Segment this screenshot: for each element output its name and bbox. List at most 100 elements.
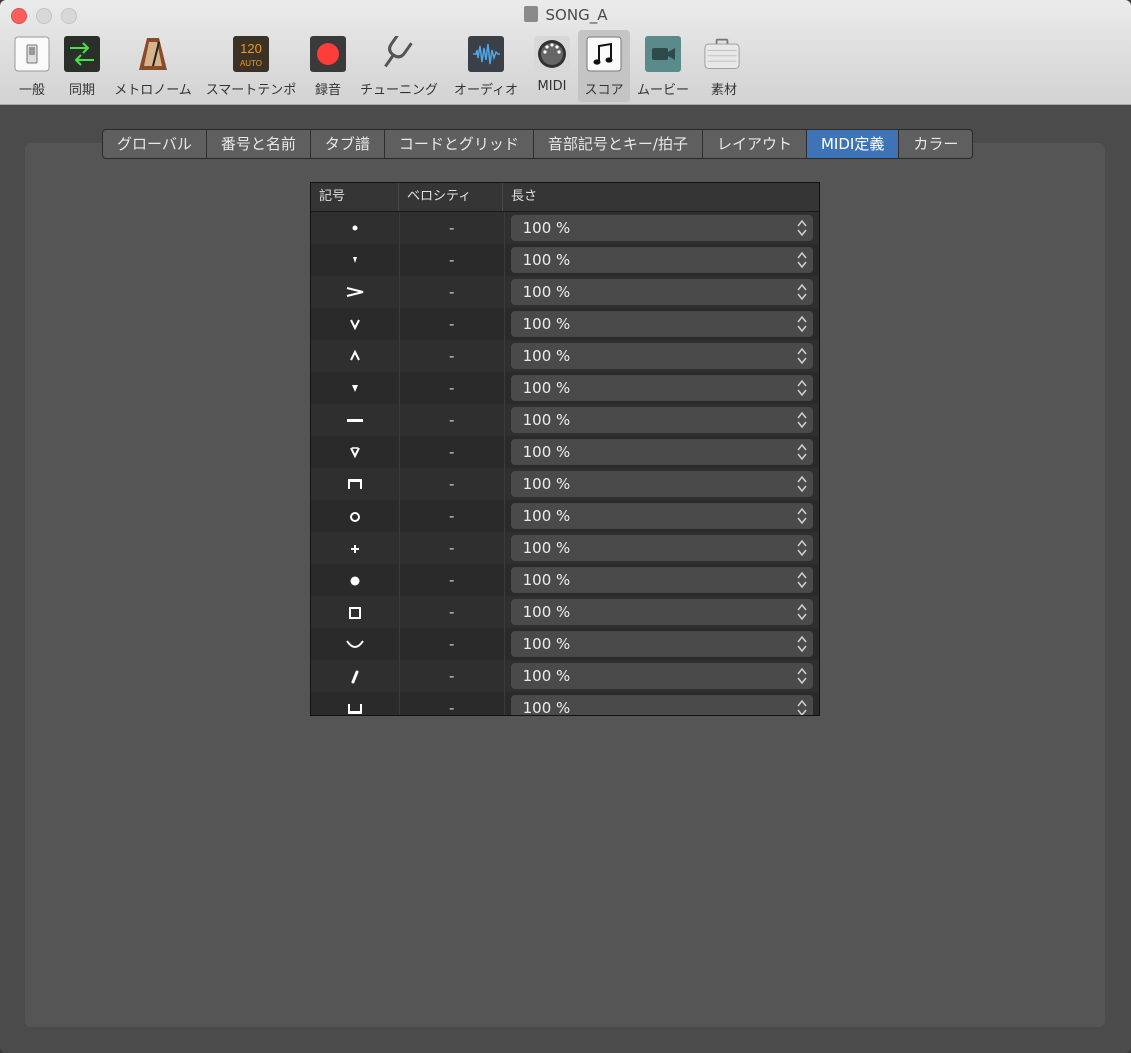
stepper-arrows-icon[interactable]: [795, 378, 809, 398]
tab-clefs-signatures[interactable]: 音部記号とキー/拍子: [534, 130, 703, 158]
velocity-cell[interactable]: -: [398, 596, 504, 628]
table-row[interactable]: -100 %: [311, 660, 819, 692]
table-row[interactable]: -100 %: [311, 468, 819, 500]
velocity-cell[interactable]: -: [398, 628, 504, 660]
length-popup[interactable]: 100 %: [510, 599, 813, 625]
length-popup[interactable]: 100 %: [510, 471, 813, 497]
length-popup[interactable]: 100 %: [510, 343, 813, 369]
table-row[interactable]: -100 %: [311, 276, 819, 308]
table-row[interactable]: -100 %: [311, 436, 819, 468]
tab-midi-meaning[interactable]: MIDI定義: [806, 130, 900, 158]
tab-colors[interactable]: カラー: [899, 130, 972, 158]
velocity-cell[interactable]: -: [398, 692, 504, 715]
velocity-cell[interactable]: -: [398, 244, 504, 276]
toolbar-metronome[interactable]: メトロノーム: [110, 30, 196, 102]
stepper-arrows-icon[interactable]: [795, 250, 809, 270]
stepper-arrows-icon[interactable]: [795, 666, 809, 686]
toolbar-score[interactable]: スコア: [578, 30, 630, 102]
table-row[interactable]: -100 %: [311, 500, 819, 532]
velocity-cell[interactable]: -: [398, 532, 504, 564]
length-popup[interactable]: 100 %: [510, 375, 813, 401]
filled-dot-icon: [350, 576, 360, 586]
tab-global[interactable]: グローバル: [103, 130, 207, 158]
length-popup[interactable]: 100 %: [510, 247, 813, 273]
length-popup[interactable]: 100 %: [510, 695, 813, 716]
velocity-cell[interactable]: -: [398, 404, 504, 436]
velocity-cell[interactable]: -: [398, 308, 504, 340]
stepper-arrows-icon[interactable]: [795, 346, 809, 366]
toolbar-tuning[interactable]: チューニング: [356, 30, 442, 102]
length-value: 100 %: [522, 635, 571, 653]
table-row[interactable]: -100 %: [311, 692, 819, 716]
length-popup[interactable]: 100 %: [510, 439, 813, 465]
velocity-cell[interactable]: -: [398, 436, 504, 468]
stepper-arrows-icon[interactable]: [795, 314, 809, 334]
window-title: SONG_A: [0, 6, 1131, 24]
table-row[interactable]: -100 %: [311, 404, 819, 436]
stepper-arrows-icon[interactable]: [795, 282, 809, 302]
velocity-cell[interactable]: -: [398, 276, 504, 308]
toolbar-sync[interactable]: 同期: [60, 30, 104, 102]
header-symbol[interactable]: 記号: [311, 183, 399, 211]
length-popup[interactable]: 100 %: [510, 663, 813, 689]
stepper-arrows-icon[interactable]: [795, 698, 809, 716]
length-popup[interactable]: 100 %: [510, 631, 813, 657]
toolbar-label: オーディオ: [453, 83, 519, 98]
velocity-cell[interactable]: -: [398, 212, 504, 244]
stepper-arrows-icon[interactable]: [795, 410, 809, 430]
tab-tablature[interactable]: タブ譜: [311, 130, 385, 158]
header-length[interactable]: 長さ: [503, 183, 819, 211]
tab-bar: グローバル 番号と名前 タブ譜 コードとグリッド 音部記号とキー/拍子 レイアウ…: [102, 129, 974, 159]
toolbar-assets[interactable]: 素材: [700, 30, 748, 102]
title-bar: SONG_A 一般 同期 メトロノーム 120 AUTO スマートテンポ 録音 …: [0, 0, 1131, 105]
table-row[interactable]: -100 %: [311, 212, 819, 244]
tab-layout[interactable]: レイアウト: [703, 130, 807, 158]
length-popup[interactable]: 100 %: [510, 311, 813, 337]
toolbar-general[interactable]: 一般: [10, 30, 54, 102]
table-row[interactable]: -100 %: [311, 564, 819, 596]
tab-numbers-names[interactable]: 番号と名前: [207, 130, 311, 158]
toolbar-audio[interactable]: オーディオ: [448, 30, 524, 102]
stepper-arrows-icon[interactable]: [795, 442, 809, 462]
stepper-arrows-icon[interactable]: [795, 218, 809, 238]
table-row[interactable]: -100 %: [311, 628, 819, 660]
stepper-arrows-icon[interactable]: [795, 474, 809, 494]
tab-chords-grids[interactable]: コードとグリッド: [385, 130, 534, 158]
toolbar-movie[interactable]: ムービー: [634, 30, 692, 102]
stepper-arrows-icon[interactable]: [795, 634, 809, 654]
table-row[interactable]: -100 %: [311, 244, 819, 276]
velocity-cell[interactable]: -: [398, 468, 504, 500]
length-value: 100 %: [522, 347, 571, 365]
symbol-cell: [311, 564, 399, 596]
table-row[interactable]: -100 %: [311, 340, 819, 372]
stepper-arrows-icon[interactable]: [795, 538, 809, 558]
stepper-arrows-icon[interactable]: [795, 506, 809, 526]
length-popup[interactable]: 100 %: [510, 503, 813, 529]
toolbar-midi[interactable]: MIDI: [530, 30, 574, 102]
toolbar-smart-tempo[interactable]: 120 AUTO スマートテンポ: [202, 30, 300, 102]
velocity-cell[interactable]: -: [398, 372, 504, 404]
length-popup[interactable]: 100 %: [510, 215, 813, 241]
length-value: 100 %: [522, 251, 571, 269]
length-popup[interactable]: 100 %: [510, 407, 813, 433]
toolbar-record[interactable]: 録音: [306, 30, 350, 102]
velocity-cell[interactable]: -: [398, 500, 504, 532]
stepper-arrows-icon[interactable]: [795, 602, 809, 622]
table-row[interactable]: -100 %: [311, 596, 819, 628]
header-velocity[interactable]: ベロシティ: [399, 183, 503, 211]
velocity-cell[interactable]: -: [398, 564, 504, 596]
length-value: 100 %: [522, 571, 571, 589]
velocity-cell[interactable]: -: [398, 340, 504, 372]
table-row[interactable]: -100 %: [311, 372, 819, 404]
length-popup[interactable]: 100 %: [510, 567, 813, 593]
velocity-cell[interactable]: -: [398, 660, 504, 692]
length-cell: 100 %: [503, 660, 819, 692]
length-value: 100 %: [522, 475, 571, 493]
table-row[interactable]: -100 %: [311, 308, 819, 340]
length-popup[interactable]: 100 %: [510, 535, 813, 561]
table-row[interactable]: -100 %: [311, 532, 819, 564]
symbol-cell: [311, 308, 399, 340]
stepper-arrows-icon[interactable]: [795, 570, 809, 590]
audio-waveform-icon: [468, 36, 504, 72]
length-popup[interactable]: 100 %: [510, 279, 813, 305]
